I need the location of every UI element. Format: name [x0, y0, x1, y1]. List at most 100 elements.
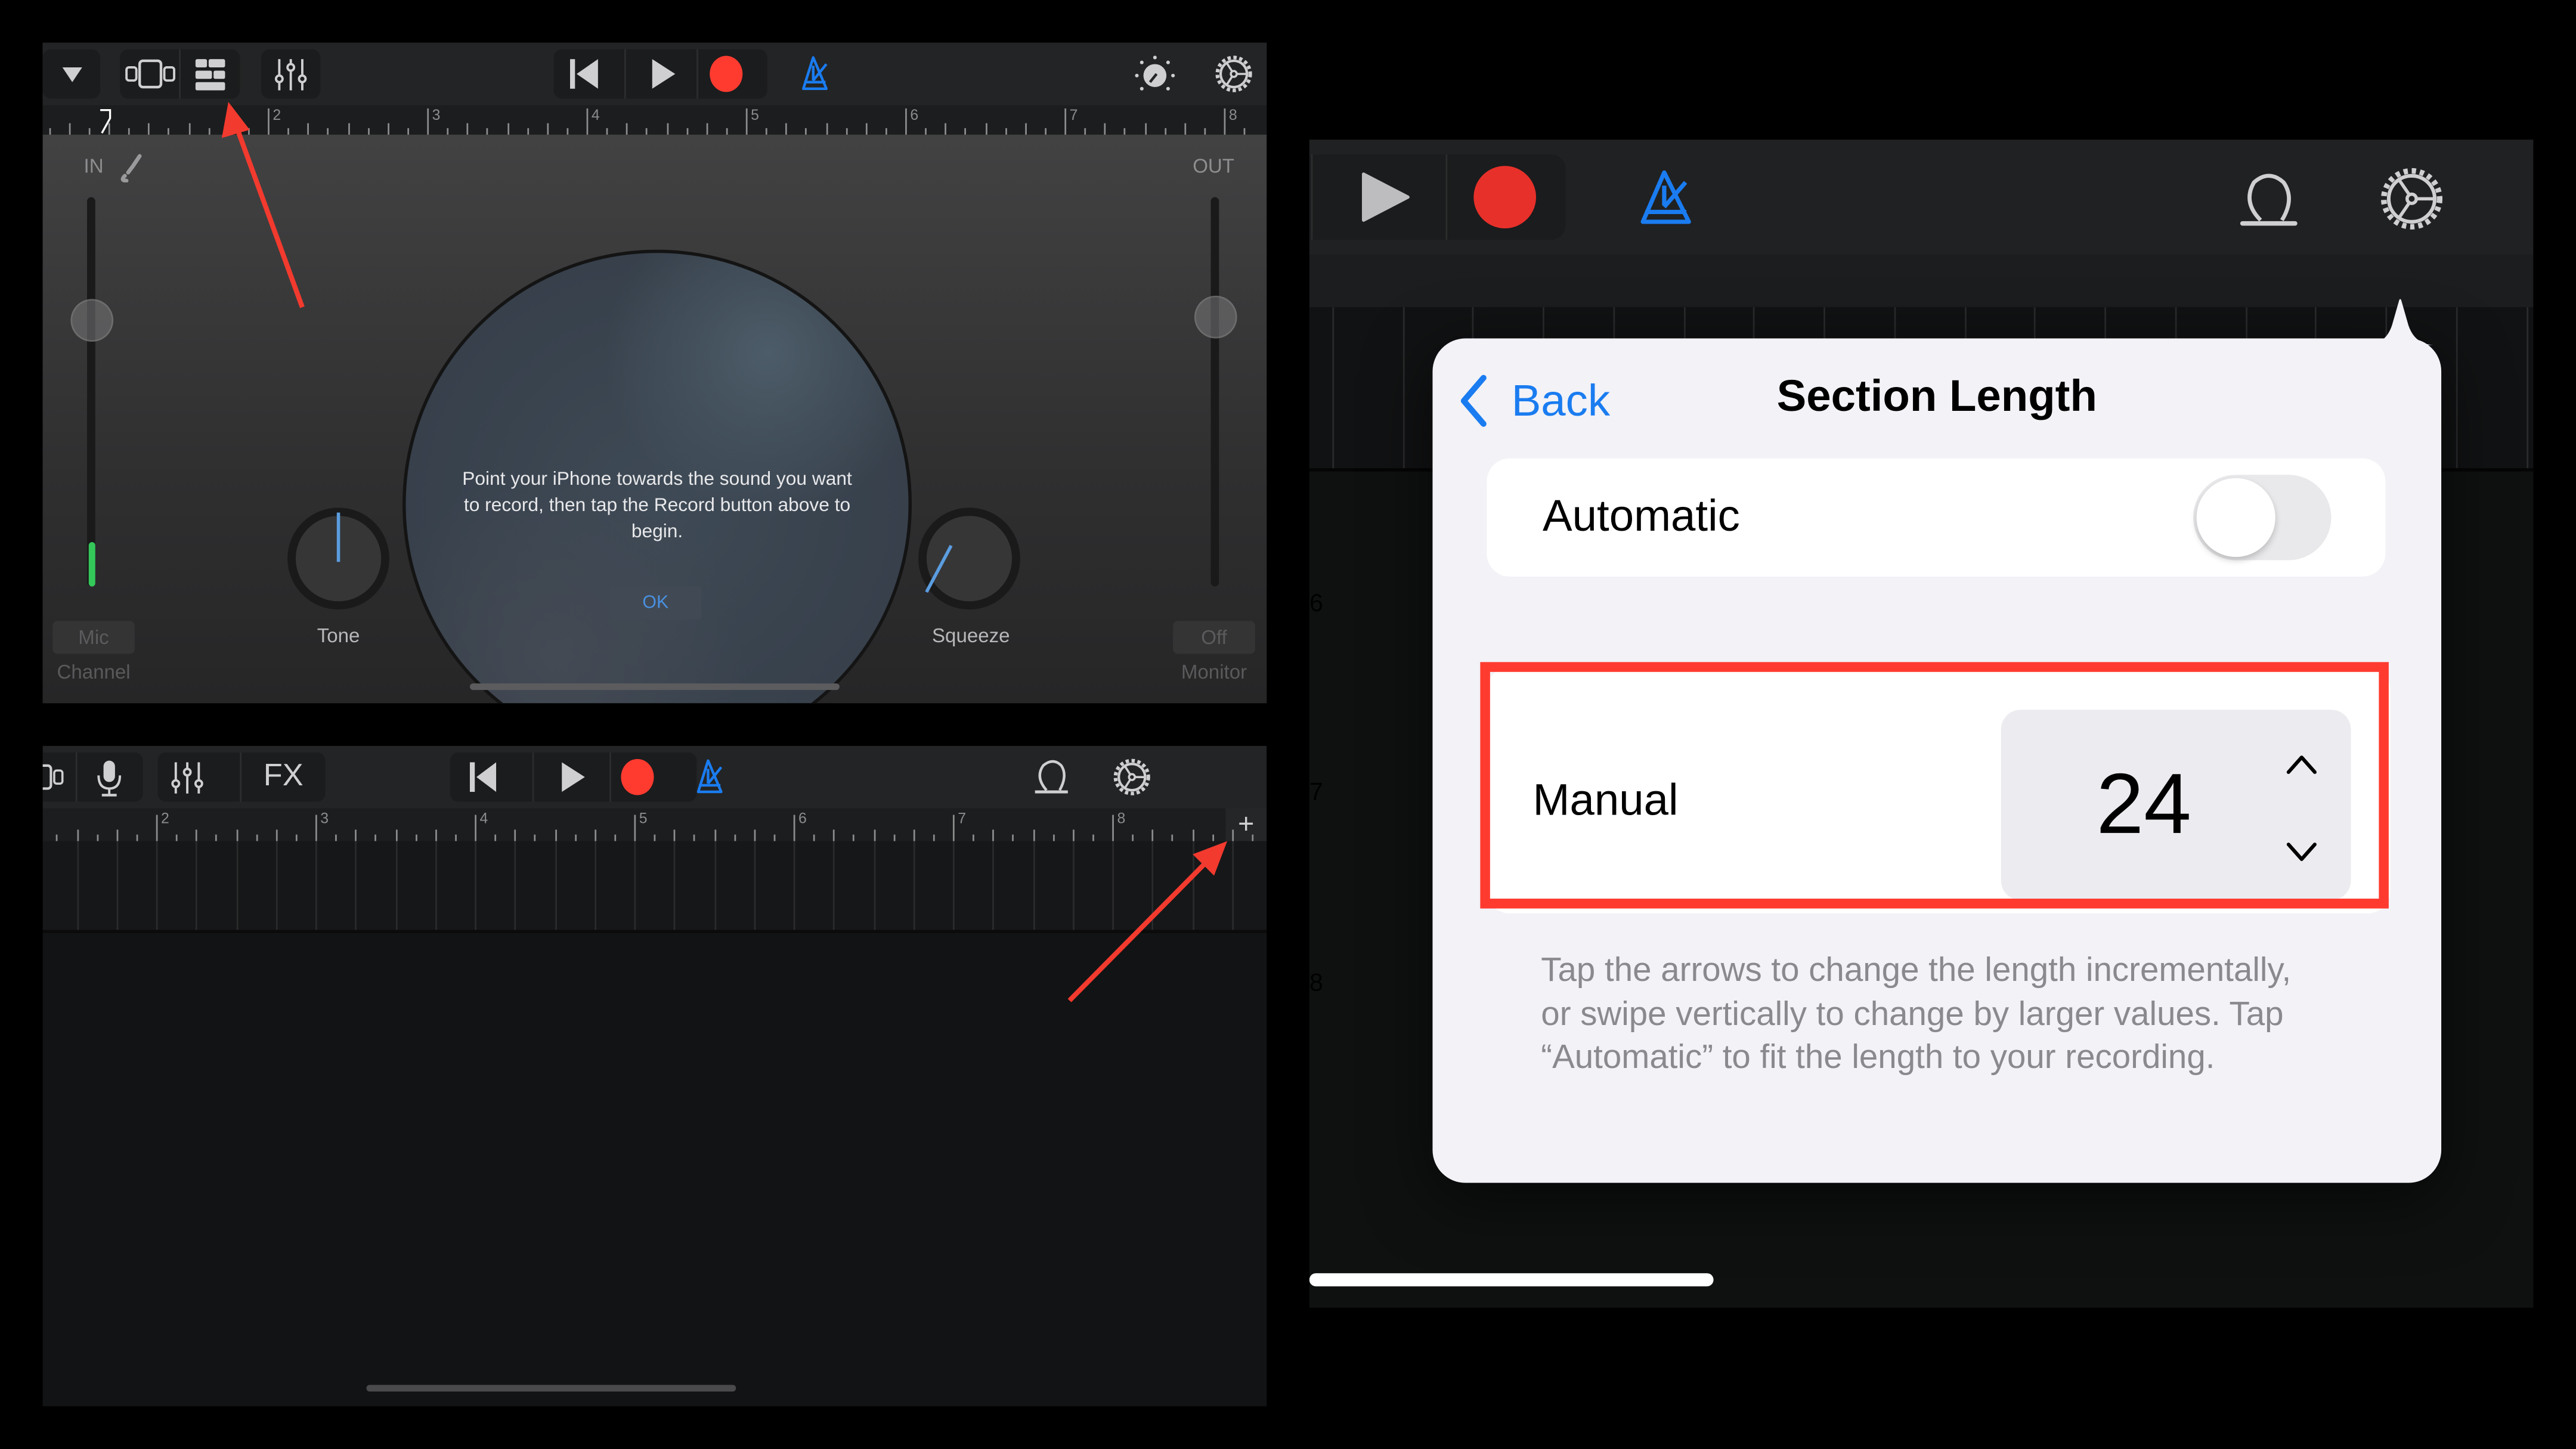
settings-button[interactable]	[1104, 753, 1160, 802]
transport-group	[450, 752, 697, 802]
ruler-tick	[407, 127, 409, 135]
stepper-value[interactable]: 24	[2097, 756, 2191, 854]
monitor-button[interactable]: Off	[1173, 621, 1255, 654]
loop-button[interactable]	[2233, 163, 2305, 235]
play-button[interactable]	[626, 49, 696, 99]
grid-line	[515, 841, 516, 930]
mixer-button[interactable]	[261, 49, 321, 99]
instrument-button[interactable]	[77, 753, 143, 802]
metronome-icon	[696, 759, 723, 794]
grid-line	[1032, 841, 1035, 930]
ruler-tick	[116, 829, 118, 841]
ruler-tick	[287, 127, 290, 135]
metronome-button[interactable]	[785, 49, 844, 99]
dropdown-button[interactable]	[42, 49, 101, 99]
section-length-stepper[interactable]: 24	[2001, 710, 2351, 900]
rewind-button[interactable]	[450, 753, 532, 802]
scroll-indicator[interactable]	[469, 683, 840, 691]
tone-knob[interactable]	[287, 507, 389, 610]
rewind-button[interactable]	[553, 49, 624, 99]
ruler-tick	[1032, 829, 1035, 841]
scroll-indicator[interactable]	[366, 1385, 736, 1392]
bar-ruler[interactable]: + 2345678	[42, 808, 1267, 841]
view-toggle-group	[120, 49, 240, 99]
increment-button[interactable]	[2277, 746, 2327, 785]
metronome-button[interactable]	[1630, 163, 1702, 235]
grid-line	[634, 841, 636, 930]
recording-sphere: Point your iPhone towards the sound you …	[402, 249, 912, 704]
tracks-view-button[interactable]	[120, 49, 179, 99]
ruler-tick	[885, 127, 887, 135]
ruler-tick	[515, 829, 516, 841]
grid-line	[833, 841, 835, 930]
ruler-bar-number: 7	[958, 810, 967, 826]
channel-button[interactable]: Mic	[52, 621, 135, 654]
control-bar	[42, 42, 1267, 106]
grid-line	[1402, 307, 1404, 469]
automatic-row: Automatic	[1487, 458, 2386, 577]
track-grid[interactable]	[42, 841, 1267, 933]
settings-button[interactable]	[2374, 163, 2450, 235]
ok-button[interactable]: OK	[609, 586, 702, 620]
play-icon	[1361, 172, 1410, 222]
grid-line	[1112, 841, 1114, 930]
record-icon	[1473, 166, 1537, 228]
master-effects-button[interactable]	[1127, 49, 1183, 99]
record-button[interactable]	[1447, 154, 1565, 240]
output-slider-thumb[interactable]	[1194, 295, 1237, 339]
ruler-bar-number: 3	[320, 810, 329, 826]
play-button[interactable]	[1312, 154, 1444, 240]
bar-ruler[interactable]: 5678	[1309, 255, 2534, 996]
input-slider-thumb[interactable]	[70, 299, 114, 342]
record-button[interactable]	[698, 49, 767, 99]
ruler-bar-number: 3	[432, 107, 441, 123]
ruler-tick	[1052, 834, 1054, 841]
audio-recorder-panel: 2 3 4 5 6 7 8 IN Mic Channel Tone Point your i…	[42, 42, 1267, 704]
grid-line	[952, 841, 955, 930]
grid-line	[355, 841, 357, 930]
ruler-tick	[654, 834, 656, 841]
ruler-bar-line	[156, 815, 158, 841]
tracks-view-icon	[42, 764, 64, 790]
ruler-tick	[606, 127, 608, 135]
squeeze-knob[interactable]	[918, 507, 1020, 610]
tone-knob-indicator	[336, 512, 339, 562]
bar-ruler[interactable]: 2 3 4 5 6 7 8	[42, 105, 1267, 135]
input-jack-icon[interactable]	[118, 153, 144, 182]
tracks-view-button[interactable]	[42, 753, 76, 802]
playhead-icon[interactable]	[97, 109, 114, 135]
track-list-button[interactable]	[181, 49, 240, 99]
ruler-tick	[96, 834, 98, 841]
input-level-slider[interactable]	[87, 197, 95, 587]
ruler-tick	[196, 829, 198, 841]
ruler-tick	[766, 127, 767, 135]
ruler-tick	[1212, 834, 1213, 841]
automatic-toggle[interactable]	[2193, 475, 2332, 561]
ruler-bar-number: 8	[1228, 107, 1237, 123]
loop-button[interactable]	[1025, 753, 1081, 802]
decrement-button[interactable]	[2277, 831, 2327, 871]
ruler-tick	[1243, 127, 1246, 135]
section-length-panel: 5678 Back Section Length Automatic Manua…	[1309, 140, 2534, 1308]
popover-arrow	[2366, 299, 2435, 345]
metronome-button[interactable]	[680, 753, 739, 802]
play-button[interactable]	[534, 753, 609, 802]
ruler-tick	[646, 127, 648, 135]
ruler-tick	[873, 829, 875, 841]
grid-line	[116, 841, 118, 930]
ruler-tick	[945, 123, 947, 135]
grid-line	[873, 841, 875, 930]
ruler-tick	[88, 127, 91, 135]
ruler-tick	[666, 123, 668, 135]
settings-button[interactable]	[1206, 49, 1262, 99]
mixer-button[interactable]	[157, 753, 240, 802]
output-level-slider[interactable]	[1210, 197, 1219, 587]
home-indicator[interactable]	[1309, 1273, 1714, 1287]
settings-gear-icon	[1215, 55, 1252, 92]
ruler-tick	[435, 829, 437, 841]
ruler-bar-line	[268, 108, 270, 135]
ruler-tick	[1231, 829, 1234, 841]
fx-button[interactable]: FX	[242, 753, 326, 802]
play-icon	[652, 59, 676, 89]
grid-line	[156, 841, 158, 930]
